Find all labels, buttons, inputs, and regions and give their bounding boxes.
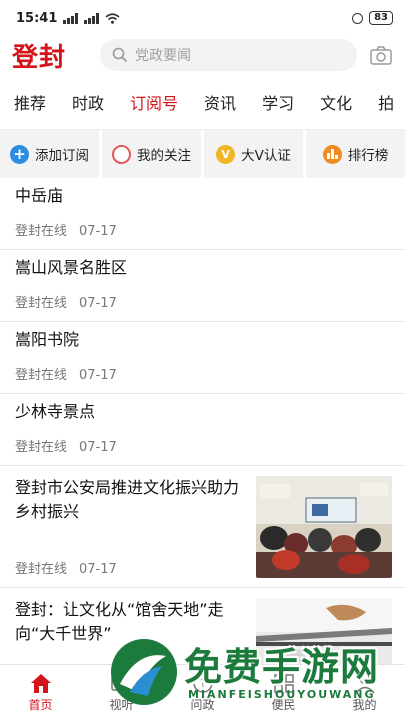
- list-item[interactable]: 嵩山风景名胜区 登封在线 07-17: [0, 250, 405, 322]
- tab-study[interactable]: 学习: [262, 90, 294, 114]
- wifi-icon: [105, 12, 120, 24]
- app-logo[interactable]: 登封: [12, 37, 92, 74]
- services-icon: [273, 674, 294, 693]
- article-title: 中岳庙: [15, 186, 64, 205]
- article-title: 嵩阳书院: [15, 330, 80, 349]
- article-date: 07-17: [79, 562, 117, 577]
- home-icon: [30, 674, 51, 693]
- search-icon: [112, 47, 128, 63]
- camera-button[interactable]: [367, 45, 395, 65]
- article-source: 登封在线: [15, 562, 68, 577]
- article-date: 07-17: [79, 224, 117, 239]
- tab-photo[interactable]: 拍: [378, 90, 394, 114]
- add-subscription-button[interactable]: + 添加订阅: [0, 130, 102, 178]
- channel-tabs: 推荐 时政 订阅号 资讯 学习 文化 拍: [0, 74, 405, 130]
- plus-circle-icon: +: [10, 144, 29, 164]
- article-date: 07-17: [79, 296, 117, 311]
- tab-culture[interactable]: 文化: [320, 90, 352, 114]
- bottom-navigation: 首页 视听 ? 问政 便民 我的: [0, 664, 405, 720]
- ranking-label: 排行榜: [347, 148, 389, 164]
- my-follows-button[interactable]: 我的关注: [102, 130, 204, 178]
- list-item[interactable]: 登封：让文化从“馆舍天地”走向“大千世界”: [0, 588, 405, 674]
- signal-icon-2: [84, 12, 100, 24]
- article-source: 登封在线: [15, 224, 68, 239]
- article-meta: 登封在线 07-17: [15, 292, 117, 311]
- nav-services-label: 便民: [271, 698, 296, 712]
- ring-icon: [112, 144, 131, 164]
- article-source: 登封在线: [15, 296, 68, 311]
- tab-recommend[interactable]: 推荐: [14, 90, 46, 114]
- tab-news[interactable]: 资讯: [204, 90, 236, 114]
- nav-profile[interactable]: 我的: [324, 665, 405, 720]
- status-bar: 15:41 83: [0, 0, 405, 36]
- nav-video-label: 视听: [109, 698, 134, 712]
- article-source: 登封在线: [15, 368, 68, 383]
- ranking-button[interactable]: 排行榜: [306, 130, 405, 178]
- article-meta: 登封在线 07-17: [15, 364, 117, 383]
- nav-profile-label: 我的: [352, 698, 377, 712]
- article-meta: 登封在线 07-17: [15, 436, 117, 455]
- svg-text:?: ?: [200, 677, 206, 690]
- status-time: 15:41: [16, 10, 58, 26]
- video-icon: [110, 675, 133, 691]
- article-thumbnail: [256, 476, 392, 578]
- camera-icon: [370, 45, 392, 65]
- add-subscription-label: 添加订阅: [35, 148, 89, 164]
- article-source: 登封在线: [15, 440, 68, 455]
- nav-politics-label: 问政: [190, 698, 215, 712]
- list-item[interactable]: 登封市公安局推进文化振兴助力乡村振兴 登封在线 07-17: [0, 466, 405, 588]
- signal-icons: [63, 12, 120, 24]
- list-item[interactable]: 少林寺景点 登封在线 07-17: [0, 394, 405, 466]
- nav-politics[interactable]: ? 问政: [162, 665, 243, 720]
- tab-subscriptions[interactable]: 订阅号: [130, 90, 178, 114]
- list-item[interactable]: 嵩阳书院 登封在线 07-17: [0, 322, 405, 394]
- subscription-actions: + 添加订阅 我的关注 V 大V认证 排行榜: [0, 130, 405, 178]
- article-meta: 登封在线 07-17: [15, 220, 117, 239]
- tab-politics[interactable]: 时政: [72, 90, 104, 114]
- nav-services[interactable]: 便民: [243, 665, 324, 720]
- verified-button[interactable]: V 大V认证: [204, 130, 306, 178]
- article-list: 中岳庙 登封在线 07-17 嵩山风景名胜区 登封在线 07-17 嵩阳书院 登封在…: [0, 178, 405, 674]
- article-date: 07-17: [79, 368, 117, 383]
- search-input[interactable]: 党政要闻: [100, 39, 357, 71]
- rotation-lock-icon: [352, 12, 364, 24]
- user-icon: [354, 673, 375, 694]
- search-placeholder: 党政要闻: [135, 48, 191, 64]
- verified-label: 大V认证: [241, 148, 291, 164]
- article-date: 07-17: [79, 440, 117, 455]
- article-title: 嵩山风景名胜区: [15, 258, 128, 277]
- v-badge-icon: V: [216, 144, 236, 164]
- my-follows-label: 我的关注: [137, 148, 191, 164]
- nav-home[interactable]: 首页: [0, 665, 81, 720]
- article-title: 少林寺景点: [15, 402, 96, 421]
- battery-indicator: 83: [369, 11, 393, 25]
- nav-video[interactable]: 视听: [81, 665, 162, 720]
- list-item[interactable]: 中岳庙 登封在线 07-17: [0, 178, 405, 250]
- nav-home-label: 首页: [28, 698, 53, 712]
- article-meta: 登封在线 07-17: [15, 558, 117, 577]
- question-icon: ?: [192, 673, 213, 693]
- app-header: 登封 党政要闻: [0, 36, 405, 74]
- article-thumbnail: [256, 598, 392, 674]
- ranking-icon: [322, 144, 342, 164]
- signal-icon: [63, 12, 79, 24]
